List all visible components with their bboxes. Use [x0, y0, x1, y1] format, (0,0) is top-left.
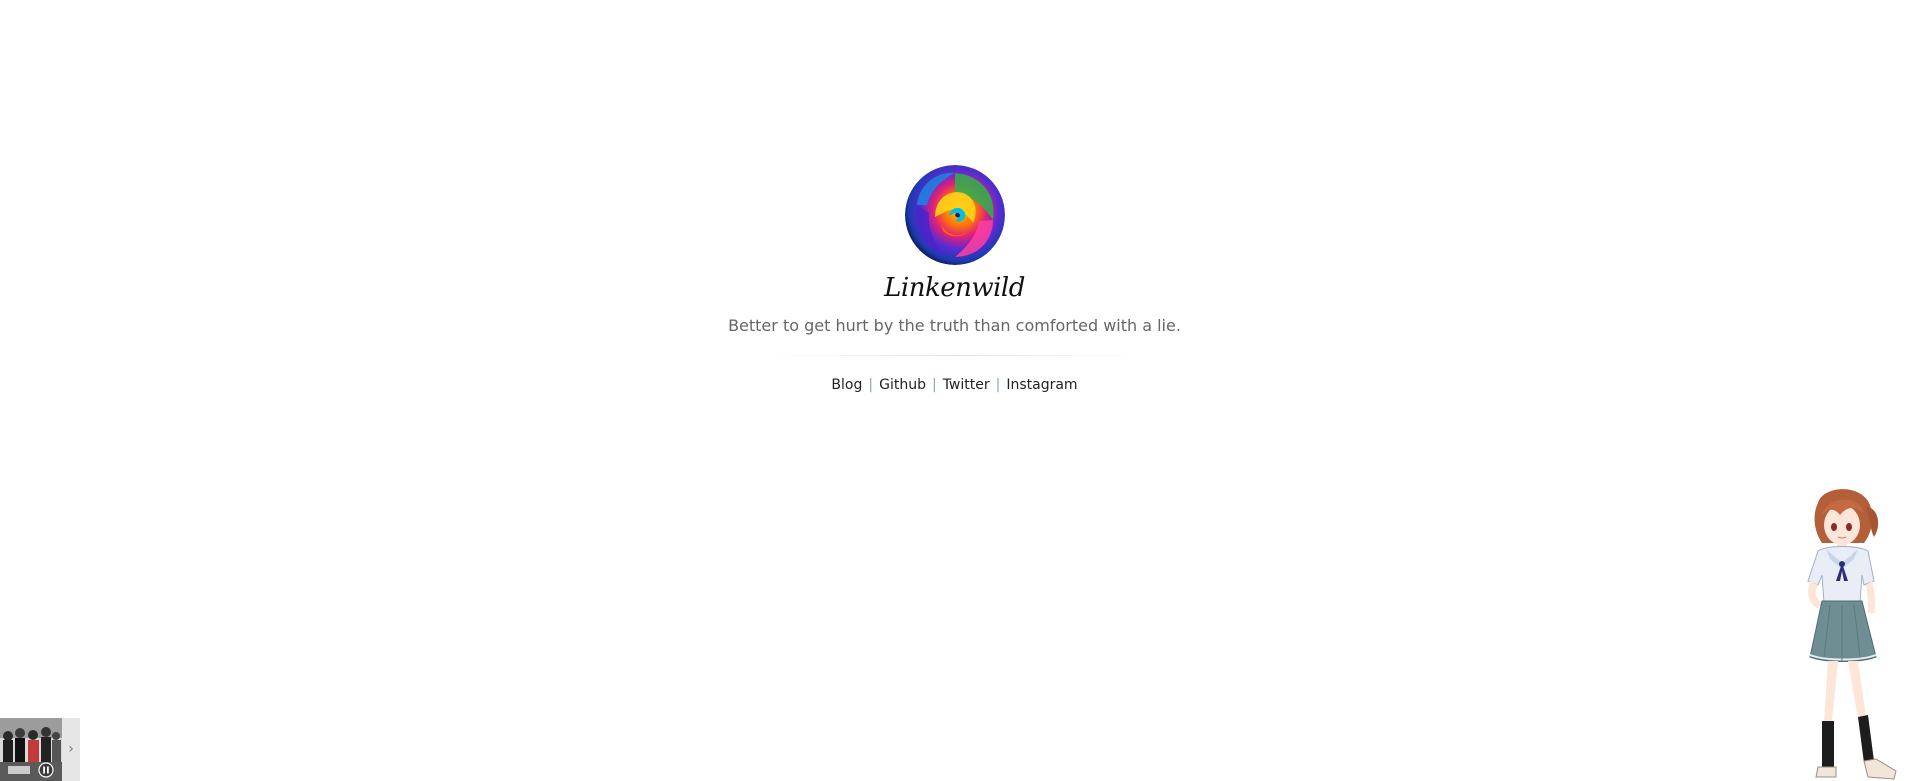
link-separator: | [868, 377, 874, 393]
github-link[interactable]: Github [879, 377, 926, 393]
twitter-link[interactable]: Twitter [943, 377, 990, 393]
link-separator: | [995, 377, 1001, 393]
music-player: › [0, 718, 80, 781]
site-name: Linkenwild [884, 273, 1025, 303]
rainbow-rose-icon [904, 165, 1005, 265]
pause-icon[interactable] [38, 762, 54, 778]
anime-girl-mascot-icon[interactable] [1778, 485, 1909, 781]
avatar [904, 165, 1005, 265]
instagram-link[interactable]: Instagram [1006, 377, 1077, 393]
blog-link[interactable]: Blog [831, 377, 862, 393]
chevron-right-icon[interactable]: › [64, 740, 78, 758]
link-separator: | [931, 377, 937, 393]
divider [764, 355, 1145, 356]
social-links: Blog | Github | Twitter | Instagram [0, 376, 1909, 394]
album-cover[interactable] [0, 718, 62, 781]
tagline: Better to get hurt by the truth than com… [728, 316, 1181, 335]
page: Linkenwild Better to get hurt by the tru… [0, 0, 1909, 781]
profile-card: Linkenwild Better to get hurt by the tru… [0, 165, 1909, 394]
